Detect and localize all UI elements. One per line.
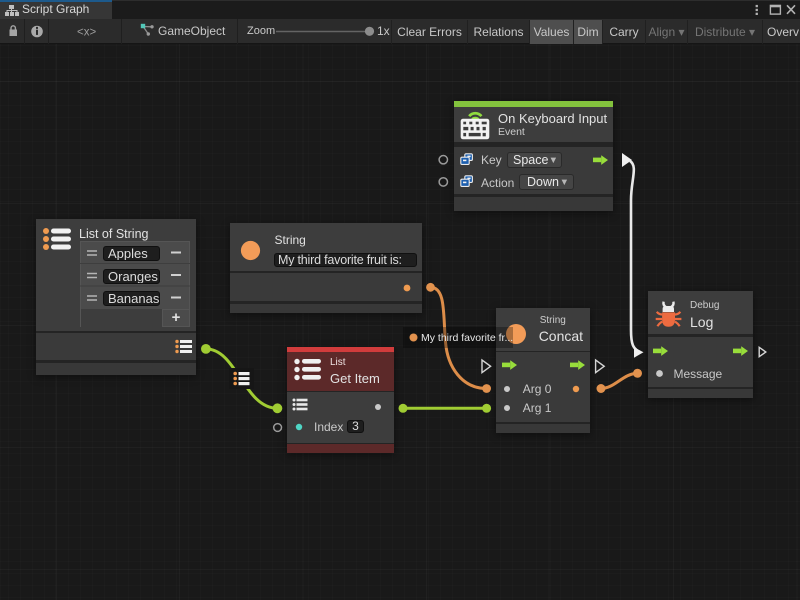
svg-text:<x>: <x> (77, 27, 96, 39)
